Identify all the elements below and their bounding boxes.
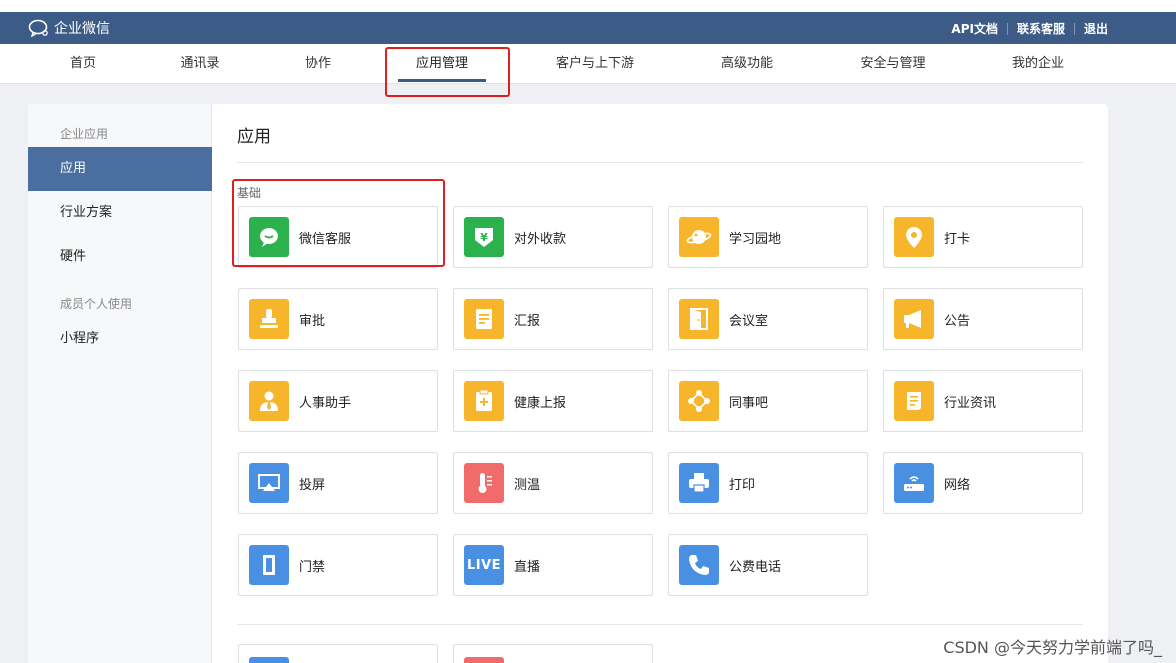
network-nodes-icon (679, 381, 719, 421)
app-card[interactable]: 汇报 (453, 288, 653, 350)
nav-customers[interactable]: 客户与上下游 (540, 44, 650, 84)
sidebar: 企业应用 应用 行业方案 硬件 成员个人使用 小程序 (28, 104, 212, 663)
logo-text: 企业微信 (54, 21, 110, 37)
printer-icon (679, 463, 719, 503)
planet-icon (679, 217, 719, 257)
link-separator (1073, 22, 1075, 35)
app-card-label: 打印 (729, 477, 756, 493)
nav-collaboration[interactable]: 协作 (292, 44, 344, 84)
section-divider (237, 624, 1083, 625)
sidebar-item-hardware[interactable]: 硬件 (28, 235, 212, 279)
title-divider (237, 162, 1083, 163)
sidebar-group-enterprise: 企业应用 (60, 127, 109, 141)
app-card-label: 直播 (514, 559, 541, 575)
contact-support-link[interactable]: 联系客服 (1017, 20, 1065, 37)
app-card[interactable]: 行业资讯 (883, 370, 1083, 432)
person-tie-icon (249, 381, 289, 421)
scroll-icon (894, 381, 934, 421)
live-badge-text: LIVE (466, 557, 502, 573)
logo[interactable]: 企业微信 (28, 18, 110, 38)
app-card[interactable]: 投屏 (238, 452, 438, 514)
app-card-label: 学习园地 (729, 231, 782, 247)
yuan-shield-icon: ¥ (464, 217, 504, 257)
wecom-logo-icon (28, 19, 48, 37)
app-card[interactable]: 打卡 (883, 206, 1083, 268)
app-card[interactable]: ¥ 对外收款 (453, 206, 653, 268)
app-card-label: 汇报 (514, 313, 541, 329)
app-card-label: 审批 (299, 313, 326, 329)
nav-security[interactable]: 安全与管理 (848, 44, 938, 84)
report-doc-icon (464, 299, 504, 339)
app-card-label: 投屏 (299, 477, 326, 493)
sidebar-group-personal: 成员个人使用 (60, 297, 133, 311)
app-card[interactable]: 公告 (883, 288, 1083, 350)
app-card[interactable]: 门禁 (238, 534, 438, 596)
top-strip (0, 0, 1176, 12)
door-icon (679, 299, 719, 339)
app-card-label: 网络 (944, 477, 971, 493)
main-nav: 首页 通讯录 协作 应用管理 客户与上下游 高级功能 安全与管理 我的企业 (0, 44, 1176, 84)
highlight-box-card (232, 179, 445, 267)
app-card-label: 打卡 (944, 231, 971, 247)
app-card-partial[interactable] (453, 644, 653, 663)
link-separator (1006, 22, 1008, 35)
svg-text:¥: ¥ (480, 231, 488, 244)
app-icon-partial (464, 657, 504, 663)
nav-contacts[interactable]: 通讯录 (168, 44, 232, 84)
app-card[interactable]: 审批 (238, 288, 438, 350)
app-card-label: 行业资讯 (944, 395, 997, 411)
app-card-label: 公告 (944, 313, 971, 329)
app-card[interactable]: 人事助手 (238, 370, 438, 432)
page-title: 应用 (237, 127, 271, 147)
app-card-label: 人事助手 (299, 395, 352, 411)
phone-icon (679, 545, 719, 585)
router-icon (894, 463, 934, 503)
app-card-label: 同事吧 (729, 395, 769, 411)
nav-advanced[interactable]: 高级功能 (706, 44, 788, 84)
nav-home[interactable]: 首页 (55, 44, 111, 84)
sidebar-item-industry[interactable]: 行业方案 (28, 191, 212, 235)
app-icon-partial (249, 657, 289, 663)
access-door-icon (249, 545, 289, 585)
app-card-label: 健康上报 (514, 395, 567, 411)
location-pin-icon (894, 217, 934, 257)
app-card-label: 公费电话 (729, 559, 782, 575)
highlight-box-nav (385, 47, 510, 97)
watermark: CSDN @今天努力学前端了吗_ (943, 638, 1162, 657)
app-card[interactable]: 网络 (883, 452, 1083, 514)
sidebar-item-apps[interactable]: 应用 (28, 147, 212, 191)
app-card[interactable]: 会议室 (668, 288, 868, 350)
nav-my-company[interactable]: 我的企业 (996, 44, 1080, 84)
app-card-label: 门禁 (299, 559, 326, 575)
top-bar: 企业微信 API文档 联系客服 退出 (0, 12, 1176, 44)
sidebar-item-miniprogram[interactable]: 小程序 (28, 317, 212, 361)
app-card[interactable]: 同事吧 (668, 370, 868, 432)
logout-link[interactable]: 退出 (1084, 20, 1108, 37)
app-card[interactable]: 学习园地 (668, 206, 868, 268)
app-card[interactable]: 公费电话 (668, 534, 868, 596)
app-card-partial[interactable] (238, 644, 438, 663)
thermometer-icon (464, 463, 504, 503)
screen-cast-icon (249, 463, 289, 503)
app-card-label: 对外收款 (514, 231, 567, 247)
top-links: API文档 联系客服 退出 (951, 20, 1108, 37)
stamp-icon (249, 299, 289, 339)
app-card-label: 会议室 (729, 313, 769, 329)
health-clipboard-icon (464, 381, 504, 421)
app-card[interactable]: 健康上报 (453, 370, 653, 432)
app-card-label: 测温 (514, 477, 541, 493)
app-card[interactable]: LIVE 直播 (453, 534, 653, 596)
app-card[interactable]: 测温 (453, 452, 653, 514)
api-docs-link[interactable]: API文档 (951, 20, 998, 37)
megaphone-icon (894, 299, 934, 339)
live-badge-icon: LIVE (464, 545, 504, 585)
app-card[interactable]: 打印 (668, 452, 868, 514)
